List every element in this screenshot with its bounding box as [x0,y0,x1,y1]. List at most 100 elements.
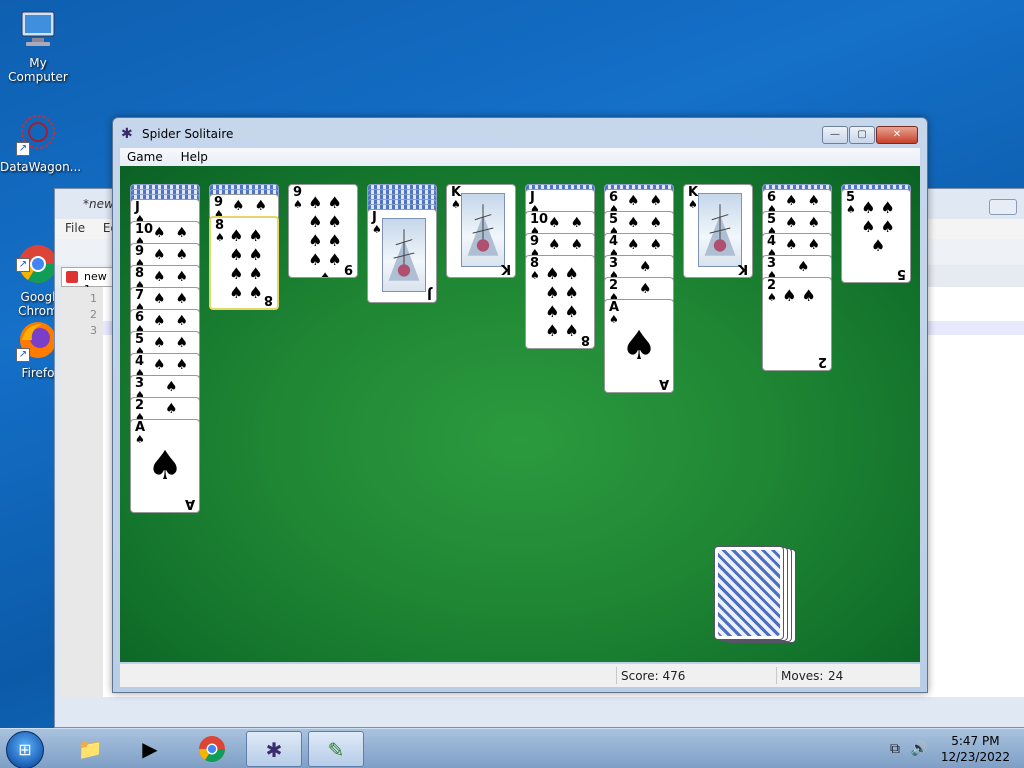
card[interactable]: A ♠ ♠ A [604,299,674,393]
desktop-icon-label: Firefo [21,366,55,380]
card-pips: ♠♠ [232,198,278,214]
moves-value: 24 [828,669,844,683]
card-pips: ♠♠ [153,269,199,285]
line-number: 1 [90,292,97,305]
taskbar-media-player[interactable]: ▶ [122,731,178,767]
card[interactable]: K ♠ K [446,184,516,278]
face-card-art [461,193,505,267]
menu-game[interactable]: Game [120,148,170,166]
card[interactable]: 8 ♠ ♠ ♠ ♠ ♠ ♠ ♠ ♠ ♠ 8 [209,216,279,310]
card-rank-bottom: A [184,496,195,511]
card-pips: ♠♠ [785,193,831,209]
score-label: Score: 476 [621,669,686,683]
status-divider [776,667,777,684]
face-card-art [698,193,742,267]
window-title: Spider Solitaire [142,127,234,141]
card-rank-bottom: 5 [896,266,906,281]
clock[interactable]: 5:47 PM 12/23/2022 [941,733,1010,765]
datawagon-icon: ↗ [16,112,60,156]
card-pips: ♠♠ [627,237,673,253]
background-menu-file[interactable]: File [65,221,85,235]
card-pips: ♠ [639,281,662,297]
minimize-button[interactable]: — [822,126,848,144]
card-rank-bottom: K [737,261,748,276]
card-rank-bottom: A [658,376,669,391]
spade-icon: ♠ [609,313,619,326]
card-pips: ♠ [639,259,662,275]
face-card-art [382,218,426,292]
card[interactable]: J ♠ J [367,209,437,303]
card-pips: ♠♠ [627,215,673,231]
menu-bar: Game Help [120,148,920,166]
desktop-icon-label: Googl Chrom [18,290,58,318]
card-pips: ♠♠ [548,215,594,231]
volume-icon[interactable]: 🔊 [910,741,927,757]
spade-icon: ♠ [621,323,657,369]
close-button[interactable]: ✕ [876,126,918,144]
card-pips: ♠ ♠ ♠ ♠ ♠ ♠ ♠ ♠ [229,226,263,302]
line-number: 2 [90,308,97,321]
background-tab-new1[interactable]: new 1 [61,267,117,296]
stock-pile[interactable] [714,546,784,640]
card[interactable]: K ♠ K [683,184,753,278]
status-divider [616,667,617,684]
spade-icon: ♠ [135,433,145,446]
background-minimize-button[interactable] [989,199,1017,215]
card[interactable]: 9♠♠ ♠ ♠ ♠ ♠ ♠ ♠ ♠ ♠9 [288,184,358,278]
spade-icon: ♠ [451,198,461,211]
card[interactable]: 5 ♠ ♠ ♠ ♠ ♠ ♠ 5 [841,189,911,283]
card-back-pattern [718,550,780,636]
desktop-icon-my-computer[interactable]: My Computer [0,8,76,84]
moves-label: Moves: [781,669,824,683]
shortcut-arrow-icon: ↗ [16,348,30,362]
menu-help[interactable]: Help [174,148,215,166]
card-pips: ♠ [165,379,188,395]
line-number: 3 [90,324,97,337]
media-player-icon: ▶ [142,737,158,761]
card-pips: ♠♠ [627,193,673,209]
network-icon[interactable]: ⧉ [890,741,900,757]
card-rank-bottom: J [427,286,432,301]
game-table[interactable]: J ♠ 10 ♠ ♠♠ 9 ♠ ♠♠ 8 ♠ ♠♠ 7 ♠ ♠♠ 6 ♠ ♠♠ 5 ♠ ♠♠ 4 ♠ ♠♠ 3 ♠ ♠ 2 ♠ ♠ A ♠ ♠… [120,166,920,662]
card[interactable]: 2 ♠ ♠ ♠ 2 [762,277,832,371]
taskbar: ⊞ 📁 ▶ ✱ ✎ ⧉ 🔊 5:47 PM 12/23/2022 [0,728,1024,768]
taskbar-explorer[interactable]: 📁 [62,731,118,767]
card-rank-bottom: 8 [580,332,590,347]
card-pips: ♠♠ [785,237,831,253]
save-icon [66,271,78,283]
folder-icon: 📁 [77,737,103,761]
card[interactable]: A ♠ ♠ A [130,419,200,513]
spider-icon: ✱ [265,738,283,762]
computer-icon [16,8,60,52]
start-button[interactable]: ⊞ [6,731,44,768]
maximize-button[interactable]: ▢ [849,126,875,144]
notepad-icon: ✎ [327,738,345,762]
spade-icon: ♠ [147,443,183,489]
card-rank-bottom: K [500,261,511,276]
desktop-icon-label: DataWagon... [0,160,82,174]
line-number-gutter: 1 2 3 [59,287,103,697]
spade-icon: ♠ [688,198,698,211]
card-pips: ♠♠ [785,215,831,231]
title-bar[interactable]: ✱ Spider Solitaire — ▢ ✕ [113,118,927,148]
card-rank-bottom: 8 [263,292,273,307]
desktop-icon-datawagon[interactable]: ↗ DataWagon... [0,112,81,174]
card-pips: ♠ ♠ ♠ ♠ ♠ ♠ ♠ ♠ [545,264,579,340]
taskbar-notepad[interactable]: ✎ [308,731,364,767]
card-rank-bottom: 9 [343,261,353,276]
clock-date: 12/23/2022 [940,750,1010,764]
card-pips: ♠♠ [153,335,199,351]
chrome-icon [199,736,225,762]
card-pips: ♠♠ [153,357,199,373]
card-pips: ♠♠ [153,247,199,263]
card-rank-bottom: 2 [817,354,827,369]
taskbar-spider-solitaire[interactable]: ✱ [246,731,302,767]
card-pips: ♠♠ [153,313,199,329]
taskbar-chrome[interactable] [184,731,240,767]
spider-solitaire-window[interactable]: ✱ Spider Solitaire — ▢ ✕ Game Help J ♠ 10 ♠… [112,117,928,693]
card-pips: ♠♠ [548,237,594,253]
card[interactable]: 8 ♠ ♠ ♠ ♠ ♠ ♠ ♠ ♠ ♠ 8 [525,255,595,349]
status-bar: Score: 476 Moves: 24 [120,663,920,687]
card-pips: ♠♠ [153,291,199,307]
card-pips: ♠ [165,401,188,417]
